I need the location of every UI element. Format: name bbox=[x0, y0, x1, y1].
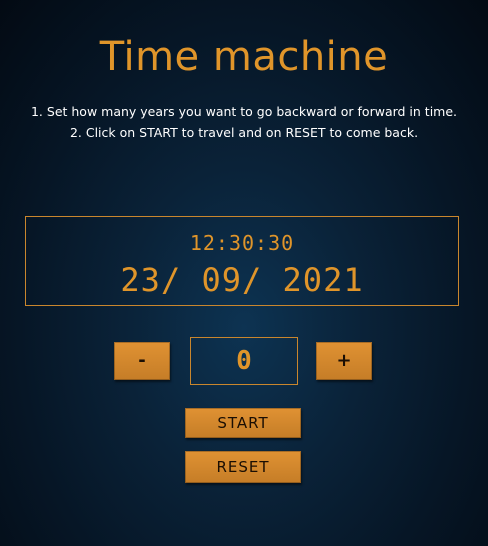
years-input[interactable] bbox=[190, 337, 298, 385]
time-display-panel: 12:30:30 23/ 09/ 2021 bbox=[25, 216, 459, 306]
page-title: Time machine bbox=[99, 34, 389, 80]
reset-button[interactable]: RESET bbox=[185, 451, 301, 483]
instruction-step-2: 2. Click on START to travel and on RESET… bbox=[69, 125, 419, 140]
increment-years-button[interactable]: + bbox=[316, 342, 372, 380]
decrement-years-button[interactable]: - bbox=[114, 342, 170, 380]
start-button[interactable]: START bbox=[185, 408, 301, 438]
current-date: 23/ 09/ 2021 bbox=[120, 261, 364, 299]
current-time: 12:30:30 bbox=[189, 231, 295, 255]
instruction-step-1: 1. Set how many years you want to go bac… bbox=[30, 104, 458, 119]
instructions: 1. Set how many years you want to go bac… bbox=[20, 104, 468, 146]
